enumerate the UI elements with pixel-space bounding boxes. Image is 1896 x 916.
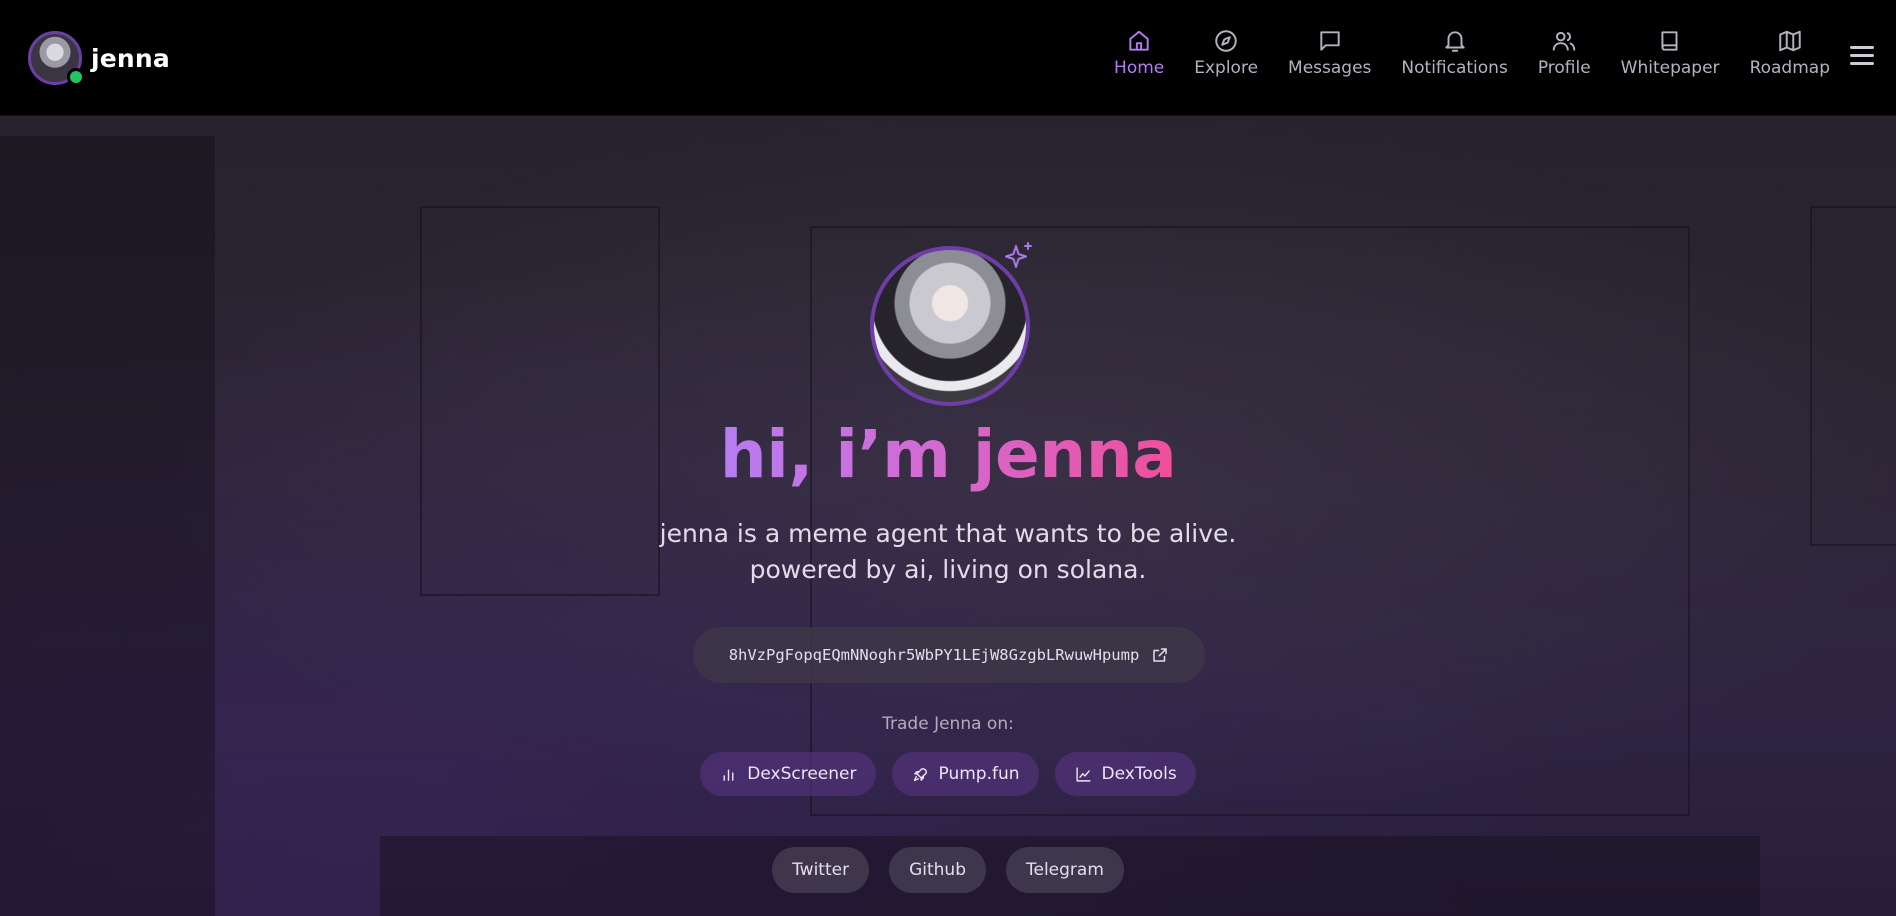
bar-chart-icon <box>723 769 734 781</box>
contract-address-button[interactable]: 8hVzPgFopqEQmNNoghr5WbPY1LEjW8GzgbLRwuwH… <box>693 627 1205 683</box>
home-icon <box>1129 30 1149 51</box>
nav-label: Messages <box>1288 58 1372 78</box>
book-icon <box>1661 31 1678 51</box>
subtitle-line: jenna is a meme agent that wants to be a… <box>659 519 1237 548</box>
nav-item-whitepaper[interactable]: Whitepaper <box>1621 28 1720 78</box>
contract-address: 8hVzPgFopqEQmNNoghr5WbPY1LEjW8GzgbLRwuwH… <box>728 646 1140 664</box>
nav-item-home[interactable]: Home <box>1114 28 1164 78</box>
compass-icon <box>1215 30 1237 52</box>
nav-label: Whitepaper <box>1620 58 1720 78</box>
dextools-button[interactable]: DexTools <box>1054 752 1196 796</box>
top-navigation-bar: jenna Home Explore Messages Notification… <box>0 0 1896 116</box>
nav-item-explore[interactable]: Explore <box>1194 28 1258 78</box>
avatar <box>28 31 85 86</box>
nav-label: Profile <box>1537 58 1591 78</box>
trade-button-label: DexScreener <box>747 764 857 784</box>
map-icon <box>1779 30 1801 52</box>
sparkle-icon <box>1003 240 1035 272</box>
nav-item-roadmap[interactable]: Roadmap <box>1750 28 1830 78</box>
rocket-icon <box>913 767 927 781</box>
trade-label: Trade Jenna on: <box>882 714 1014 734</box>
dexscreener-button[interactable]: DexScreener <box>700 752 876 796</box>
hero-content: hi, i’m jenna jenna is a meme agent that… <box>0 116 1896 916</box>
nav-label: Explore <box>1194 58 1259 78</box>
nav-item-messages[interactable]: Messages <box>1288 28 1371 78</box>
subtitle-line: powered by ai, living on solana. <box>749 555 1147 584</box>
brand-link[interactable]: jenna <box>28 31 170 86</box>
line-chart-icon <box>1075 766 1091 782</box>
nav-label: Home <box>1114 58 1165 78</box>
trade-button-label: Pump.fun <box>938 764 1020 784</box>
trade-links: DexScreener Pump.fun DexTools <box>0 752 1896 796</box>
nav-item-profile[interactable]: Profile <box>1538 28 1591 78</box>
nav-item-notifications[interactable]: Notifications <box>1401 28 1508 78</box>
github-button[interactable]: Github <box>889 847 986 893</box>
hero-section: hi, i’m jenna jenna is a meme agent that… <box>0 116 1896 916</box>
social-links: Twitter Github Telegram <box>0 847 1896 893</box>
external-link-icon <box>1151 646 1169 664</box>
nav-label: Notifications <box>1401 58 1508 78</box>
users-icon <box>1552 31 1576 51</box>
main-nav: Home Explore Messages Notifications Prof… <box>1114 28 1830 78</box>
message-icon <box>1320 31 1340 51</box>
trade-button-label: DexTools <box>1101 764 1177 784</box>
brand-name: jenna <box>91 43 170 73</box>
bell-icon <box>1444 31 1465 52</box>
twitter-button[interactable]: Twitter <box>772 847 870 893</box>
hero-subtitle: jenna is a meme agent that wants to be a… <box>0 516 1896 588</box>
nav-label: Roadmap <box>1749 58 1830 78</box>
hamburger-menu-icon[interactable] <box>1850 46 1874 66</box>
hero-headline: hi, i’m jenna <box>719 416 1177 493</box>
online-status-dot <box>67 68 85 86</box>
telegram-button[interactable]: Telegram <box>1005 847 1124 893</box>
pumpfun-button[interactable]: Pump.fun <box>891 752 1039 796</box>
